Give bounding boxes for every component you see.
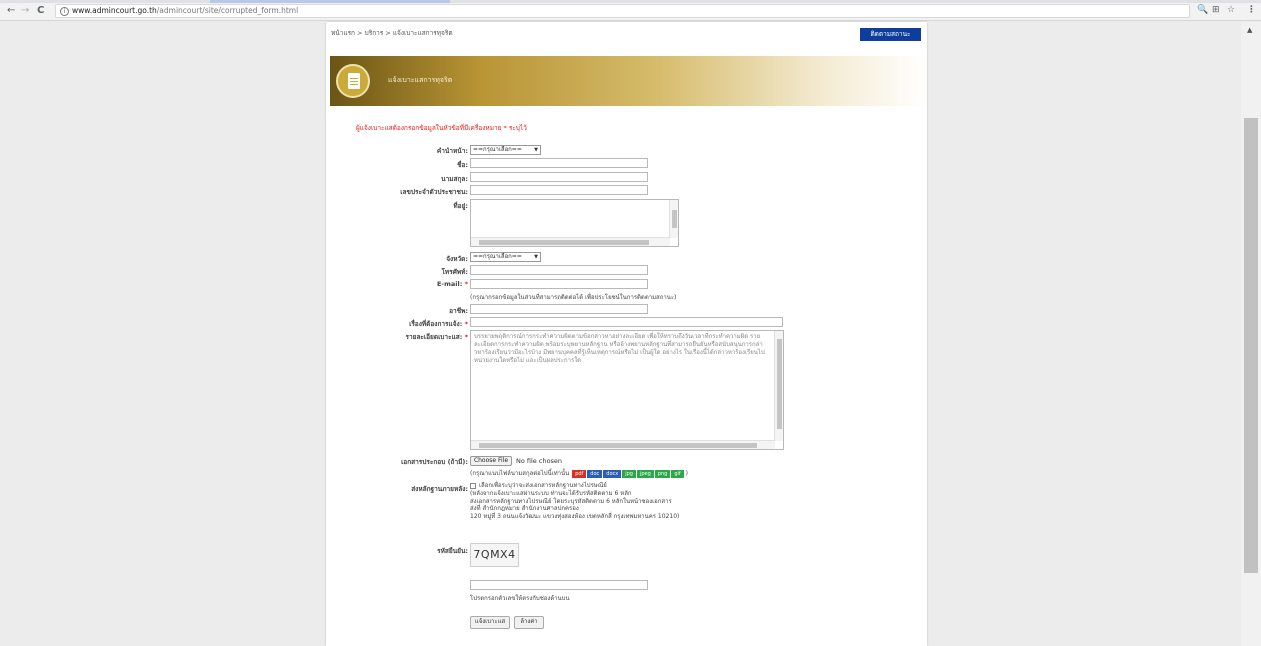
firstname-input[interactable] [470,158,648,168]
detail-label: รายละเอียดเบาะแส: * [406,332,469,342]
occupation-input[interactable] [470,304,648,314]
back-icon[interactable]: ← [7,6,15,16]
filetypes-prefix: (กรุณาแนบไฟล์นามสกุลต่อไปนี้เท่านั้น [470,470,570,477]
page-container: หน้าแรก > บริการ > แจ้งเบาะแสการทุจริต ต… [326,22,927,646]
page-title: แจ้งเบาะแสการทุจริต [388,76,453,84]
mail-line: เลือกเพื่อระบุว่าจะส่งเอกสารหลักฐานทางไป… [479,482,607,489]
lastname-label: นามสกุล: [441,175,468,183]
tab-strip [0,0,1261,3]
filetype-chip: jpeg [636,469,654,478]
url-path: /admincourt/site/corrupted_form.html [156,6,299,15]
idcard-input[interactable] [470,185,648,195]
required-asterisk: * [464,333,468,341]
detail-textarea[interactable]: บรรยายพฤติการณ์การกระทำความผิดตามข้อกล่า… [470,330,784,450]
document-icon [348,73,360,89]
occupation-label: อาชีพ: [449,307,468,315]
info-icon[interactable]: i [60,7,69,16]
submit-button[interactable]: แจ้งเบาะแส [470,616,510,629]
address-textarea[interactable] [470,199,679,247]
detail-hscroll[interactable] [471,440,775,449]
mail-evidence-text: เลือกเพื่อระบุว่าจะส่งเอกสารหลักฐานทางไป… [470,482,679,521]
address-bar[interactable]: i www.admincourt.go.th/admincourt/site/c… [55,4,1190,18]
subject-label: เรื่องที่ต้องการแจ้ง: * [409,319,468,329]
captcha-hint: โปรดกรอกตัวเลขให้ตรงกับช่องด้านบน [470,595,570,602]
phone-label: โทรศัพท์: [441,268,468,276]
mail-evidence-label: ส่งหลักฐานภายหลัง: [411,485,468,493]
zoom-icon[interactable]: 🔍 [1197,5,1208,15]
detail-placeholder: บรรยายพฤติการณ์การกระทำความผิดตามข้อกล่า… [474,333,765,364]
banner-badge [336,64,370,98]
breadcrumb[interactable]: หน้าแรก > บริการ > แจ้งเบาะแสการทุจริต [331,28,453,38]
filetype-chip: png [654,469,671,478]
no-file-text: No file chosen [516,457,563,465]
filetype-chip: jpg [622,469,636,478]
subject-input[interactable] [470,317,783,327]
track-status-button[interactable]: ติดตามสถานะ [860,28,921,41]
attachment-label: เอกสารประกอบ (ถ้ามี): [401,458,468,466]
captcha-label: รหัสยืนยัน: [437,547,468,555]
firstname-label: ชื่อ: [457,161,468,169]
url-host: www.admincourt.go.th [72,6,157,15]
province-label: จังหวัด: [446,255,468,263]
filetype-chips: pdf doc docx jpg jpeg png gif [571,469,684,478]
mail-line: 120 หมู่ที่ 3 ถนนแจ้งวัฒนะ แขวงทุ่งสองห้… [470,513,680,521]
filetype-chip: docx [603,469,622,478]
address-vscroll[interactable] [669,200,678,238]
star-icon[interactable]: ☆ [1227,5,1235,15]
active-tab[interactable] [210,0,450,3]
captcha-input[interactable] [470,580,648,590]
email-label-text: E-mail: [436,280,463,288]
detail-label-text: รายละเอียดเบาะแส: [405,333,463,341]
filetype-chip: pdf [572,469,587,478]
lastname-input[interactable] [470,172,648,182]
scroll-up-icon[interactable]: ▲ [1247,26,1252,34]
phone-input[interactable] [470,265,648,275]
address-label: ที่อยู่: [453,202,468,210]
filetype-chip: doc [587,469,603,478]
captcha-image: 7QMX4 [470,543,519,567]
subject-label-text: เรื่องที่ต้องการแจ้ง: [409,320,463,328]
email-input[interactable] [470,279,648,289]
choose-file-button[interactable]: Choose File [470,456,512,466]
province-select[interactable]: ==กรุณาเลือก== [470,252,541,262]
filetype-chip: gif [671,469,684,478]
prefix-select[interactable]: ==กรุณาเลือก== [470,145,541,155]
browser-toolbar: ← → C i www.admincourt.go.th/admincourt/… [0,0,1261,21]
menu-icon[interactable]: ⋮ [1247,5,1256,15]
translate-icon[interactable]: ⊞ [1212,5,1220,15]
prefix-label: คำนำหน้า: [436,147,468,155]
mail-line: (หลังจากแจ้งเบาะแสผ่านระบบ ท่านจะได้รับร… [470,489,632,497]
forward-icon[interactable]: → [21,6,29,16]
page-scrollbar[interactable]: ▲ [1241,22,1261,646]
address-hscroll[interactable] [471,237,670,246]
idcard-label: เลขประจำตัวประชาชน: [400,188,468,196]
detail-vscroll[interactable] [774,331,783,441]
required-note: ผู้แจ้งเบาะแสต้องกรอกข้อมูลในหัวข้อที่มี… [356,124,527,132]
scroll-thumb[interactable] [1244,118,1258,573]
email-hint: (กรุณากรอกข้อมูลในส่วนที่สามารถติดต่อได้… [470,294,677,301]
email-label: E-mail: * [437,280,468,288]
reload-icon[interactable]: C [37,6,44,16]
page-banner: แจ้งเบาะแสการทุจริต [330,56,927,106]
required-asterisk: * [464,320,468,328]
required-asterisk: * [464,280,468,288]
filetypes-suffix: ) [685,470,688,477]
filetypes-hint: (กรุณาแนบไฟล์นามสกุลต่อไปนี้เท่านั้น pdf… [470,468,688,478]
reset-button[interactable]: ล้างค่า [514,616,544,629]
